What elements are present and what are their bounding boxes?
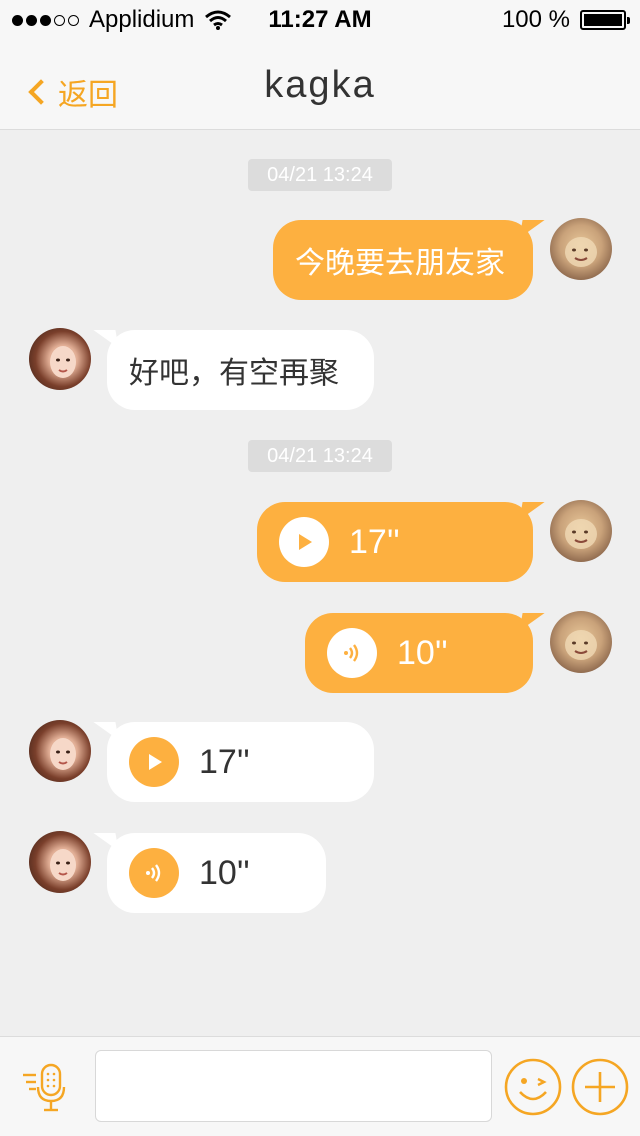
- play-icon[interactable]: [129, 737, 179, 787]
- incoming-voice-bubble[interactable]: 17'': [107, 722, 374, 802]
- my-avatar[interactable]: [550, 500, 612, 562]
- microphone-icon[interactable]: [20, 1063, 76, 1113]
- sound-wave-icon[interactable]: [327, 628, 377, 678]
- message-text: 今晚要去朋友家: [295, 246, 505, 281]
- battery-percent: 100 %: [501, 6, 570, 33]
- chat-area[interactable]: 04/21 13:24 今晚要去朋友家 好吧，有空再聚 04/21 13:24 …: [0, 131, 640, 1036]
- voice-duration: 10'': [397, 633, 448, 672]
- plus-icon[interactable]: [571, 1058, 629, 1116]
- my-avatar[interactable]: [550, 611, 612, 673]
- outgoing-voice-bubble[interactable]: 17'': [257, 502, 533, 582]
- incoming-voice-bubble[interactable]: 10'': [107, 833, 326, 913]
- navigation-bar: 返回 kagka: [0, 40, 640, 130]
- message-timestamp: 04/21 13:24: [248, 440, 392, 472]
- input-bar: [0, 1036, 640, 1136]
- voice-duration: 17'': [199, 742, 250, 781]
- contact-avatar[interactable]: [29, 831, 91, 893]
- emoji-icon[interactable]: [504, 1058, 562, 1116]
- message-text: 好吧，有空再聚: [129, 356, 339, 391]
- my-avatar[interactable]: [550, 218, 612, 280]
- contact-avatar[interactable]: [29, 720, 91, 782]
- outgoing-text-bubble[interactable]: 今晚要去朋友家: [273, 220, 533, 300]
- contact-avatar[interactable]: [29, 328, 91, 390]
- sound-wave-icon[interactable]: [129, 848, 179, 898]
- status-right: 100 %: [501, 6, 630, 34]
- incoming-text-bubble[interactable]: 好吧，有空再聚: [107, 330, 374, 410]
- page-title: kagka: [264, 64, 376, 106]
- message-timestamp: 04/21 13:24: [248, 159, 392, 191]
- voice-duration: 17'': [349, 522, 400, 561]
- message-input[interactable]: [95, 1050, 492, 1122]
- outgoing-voice-bubble[interactable]: 10'': [305, 613, 533, 693]
- voice-duration: 10'': [199, 853, 250, 892]
- status-bar: Applidium 11:27 AM 100 %: [0, 0, 640, 40]
- play-icon[interactable]: [279, 517, 329, 567]
- battery-icon: [580, 10, 630, 30]
